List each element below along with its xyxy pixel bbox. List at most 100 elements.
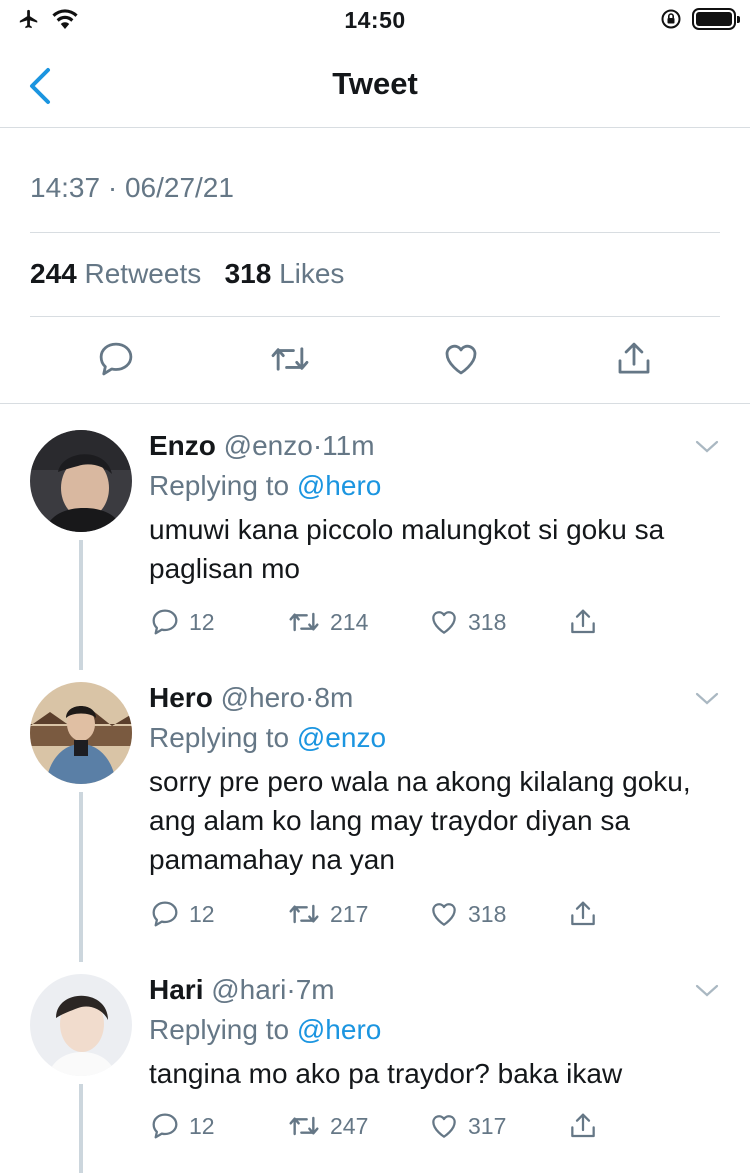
- reply-count: 12: [189, 1112, 215, 1139]
- reply-count: 12: [189, 608, 215, 635]
- reply-text: umuwi kana piccolo malungkot si goku sa …: [149, 514, 665, 584]
- reply-share-button[interactable]: [567, 1108, 599, 1144]
- separator-dot: ·: [286, 974, 296, 1005]
- reply-icon: [152, 609, 178, 635]
- reply-button[interactable]: [95, 338, 139, 382]
- replying-to: Replying to @enzo: [149, 722, 386, 754]
- reply-actions: 12 247 317: [149, 1108, 729, 1144]
- reply-header: Hari @hari·7m: [149, 974, 335, 1006]
- heart-icon: [432, 903, 456, 926]
- avatar[interactable]: [30, 682, 132, 784]
- chevron-down-icon: [695, 692, 719, 705]
- like-count: 318: [468, 900, 507, 927]
- reply-like-button[interactable]: 318: [428, 896, 506, 932]
- reply-author-handle[interactable]: @enzo: [224, 430, 313, 461]
- reply-count: 12: [189, 900, 215, 927]
- separator-dot: ·: [305, 682, 315, 713]
- reply-share-button[interactable]: [567, 896, 599, 932]
- reply-time: 8m: [314, 682, 354, 713]
- replying-to: Replying to @hero: [149, 470, 381, 502]
- replying-to-label: Replying to: [149, 722, 290, 753]
- divider: [30, 316, 720, 317]
- avatar[interactable]: [30, 430, 132, 532]
- share-button[interactable]: [613, 338, 657, 382]
- thread-line: [79, 540, 83, 670]
- retweet-count: 217: [330, 900, 369, 927]
- retweets-label: Retweets: [84, 258, 202, 289]
- status-time: 14:50: [344, 7, 406, 33]
- reply-header: Enzo @enzo·11m: [149, 430, 375, 462]
- retweet-count: 247: [330, 1112, 369, 1139]
- reply-icon: [152, 901, 178, 927]
- reply-like-button[interactable]: 317: [428, 1108, 506, 1144]
- heart-icon: [432, 1115, 456, 1138]
- orientation-lock-icon: [661, 9, 681, 29]
- reply-header: Hero @hero·8m: [149, 682, 353, 714]
- tweet-stats: 244 Retweets 318 Likes: [30, 258, 720, 290]
- retweet-button[interactable]: [268, 338, 312, 382]
- chevron-down-icon: [695, 440, 719, 453]
- heart-icon: [445, 344, 477, 375]
- thread-line: [79, 792, 83, 962]
- share-icon: [571, 609, 595, 634]
- more-options-button[interactable]: [692, 978, 722, 1002]
- tweet-action-bar: [0, 330, 750, 404]
- retweet-count: 214: [330, 608, 369, 635]
- reply-like-button[interactable]: 318: [428, 604, 506, 640]
- more-options-button[interactable]: [692, 434, 722, 458]
- reply-actions: 12 214 318: [149, 604, 729, 640]
- reply-time: 7m: [295, 974, 335, 1005]
- status-bar: 14:50: [0, 0, 750, 42]
- reply-retweet-button[interactable]: 214: [286, 604, 368, 640]
- retweet-icon: [271, 347, 309, 371]
- retweets-stat[interactable]: 244 Retweets: [30, 258, 201, 289]
- replying-to-handle[interactable]: @hero: [297, 470, 381, 501]
- likes-stat[interactable]: 318 Likes: [225, 258, 345, 289]
- reply-author-name[interactable]: Enzo: [149, 430, 216, 461]
- reply-reply-button[interactable]: 12: [149, 604, 215, 640]
- thread-line: [79, 1084, 83, 1173]
- status-right: [660, 8, 740, 30]
- reply-text: sorry pre pero wala na akong kilalang go…: [149, 766, 691, 875]
- share-icon: [618, 342, 650, 374]
- more-options-button[interactable]: [692, 686, 722, 710]
- reply-time: 11m: [322, 430, 375, 461]
- reply-retweet-button[interactable]: 217: [286, 896, 368, 932]
- heart-icon: [432, 611, 456, 634]
- reply-reply-button[interactable]: 12: [149, 896, 215, 932]
- like-count: 318: [468, 608, 507, 635]
- likes-count: 318: [224, 258, 272, 289]
- retweets-count: 244: [30, 258, 77, 289]
- replying-to-handle[interactable]: @hero: [297, 1014, 381, 1045]
- retweet-icon: [289, 1116, 319, 1136]
- like-count: 317: [468, 1112, 507, 1139]
- reply-actions: 12 217 318: [149, 896, 729, 932]
- battery-icon: [692, 8, 740, 30]
- reply-share-button[interactable]: [567, 604, 599, 640]
- reply-retweet-button[interactable]: 247: [286, 1108, 368, 1144]
- reply-author-handle[interactable]: @hero: [221, 682, 305, 713]
- replying-to-handle[interactable]: @enzo: [297, 722, 386, 753]
- reply-icon: [99, 342, 133, 376]
- separator-dot: ·: [312, 430, 323, 461]
- share-icon: [571, 901, 595, 926]
- retweet-icon: [289, 904, 319, 924]
- divider: [30, 232, 720, 233]
- reply-author-handle[interactable]: @hari: [211, 974, 286, 1005]
- reply-author-name[interactable]: Hari: [149, 974, 203, 1005]
- share-icon: [571, 1113, 595, 1138]
- likes-label: Likes: [279, 258, 345, 289]
- replying-to-label: Replying to: [149, 1014, 290, 1045]
- avatar[interactable]: [30, 974, 132, 1076]
- replying-to: Replying to @hero: [149, 1014, 381, 1046]
- replying-to-label: Replying to: [149, 470, 290, 501]
- reply-author-name[interactable]: Hero: [149, 682, 213, 713]
- tweet-timestamp: 14:37 · 06/27/21: [30, 172, 234, 203]
- retweet-icon: [289, 612, 319, 632]
- reply-icon: [152, 1113, 178, 1139]
- like-button[interactable]: [440, 338, 484, 382]
- page-title: Tweet: [332, 66, 418, 101]
- nav-bar: Tweet: [0, 42, 750, 128]
- reply-text: tangina mo ako pa traydor? baka ikaw: [149, 1058, 623, 1089]
- reply-reply-button[interactable]: 12: [149, 1108, 215, 1144]
